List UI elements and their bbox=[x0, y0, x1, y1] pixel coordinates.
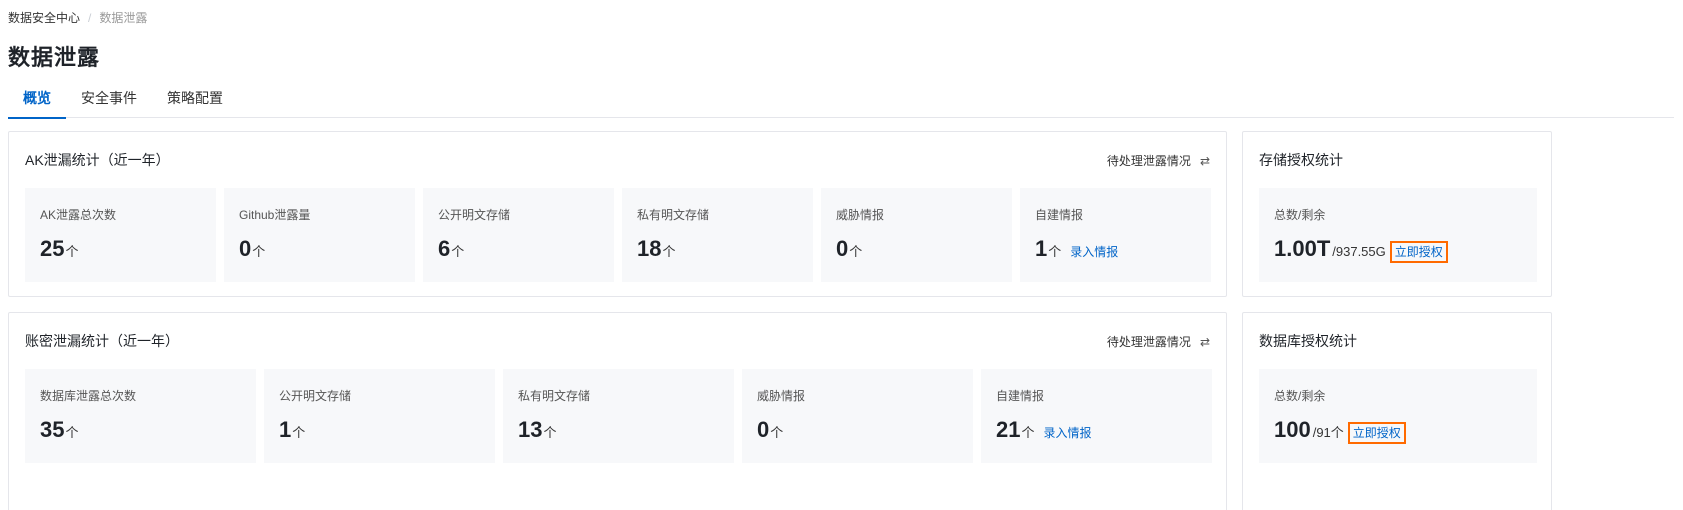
stat-ak-total: AK泄露总次数 25 个 bbox=[25, 188, 216, 282]
tab-security-events[interactable]: 安全事件 bbox=[66, 86, 152, 118]
ak-pending-leaks-label: 待处理泄露情况 bbox=[1106, 154, 1191, 168]
authorize-now-link[interactable]: 立即授权 bbox=[1347, 422, 1406, 444]
data-leak-page: 数据安全中心 / 数据泄露 数据泄露 概览 安全事件 策略配置 AK泄漏统计（近… bbox=[0, 0, 1683, 510]
stat-label: AK泄露总次数 bbox=[40, 208, 117, 222]
tab-overview[interactable]: 概览 bbox=[8, 86, 66, 119]
account-pending-leaks-label: 待处理泄露情况 bbox=[1106, 335, 1191, 349]
stat-label: 公开明文存储 bbox=[279, 389, 352, 403]
stat-custom-intel: 自建情报 21 个 录入情报 bbox=[981, 369, 1212, 463]
ak-card-title: AK泄漏统计（近一年） bbox=[25, 152, 170, 168]
stat-unit: 个 bbox=[1048, 244, 1062, 259]
stat-value: 6 bbox=[438, 236, 451, 261]
storage-stat-row: 总数/剩余 1.00T /937.55G 立即授权 bbox=[1259, 188, 1537, 282]
stat-label: 公开明文存储 bbox=[438, 208, 511, 222]
stat-remaining: /91个 bbox=[1312, 425, 1344, 440]
stat-value: 35 bbox=[40, 417, 65, 442]
stat-label: 私有明文存储 bbox=[637, 208, 710, 222]
stat-label: 威胁情报 bbox=[836, 208, 885, 222]
stat-unit: 个 bbox=[451, 244, 465, 259]
ak-leak-card: AK泄漏统计（近一年） 待处理泄露情况 ⇄ AK泄露总次数 25 个 Githu… bbox=[8, 131, 1227, 297]
swap-icon: ⇄ bbox=[1199, 153, 1210, 168]
ak-stat-row: AK泄露总次数 25 个 Github泄露量 0 个 公开明文存储 6 个 私有… bbox=[25, 188, 1211, 282]
stat-unit: 个 bbox=[1021, 425, 1035, 440]
swap-icon: ⇄ bbox=[1199, 334, 1210, 349]
page-title: 数据泄露 bbox=[8, 45, 101, 70]
stat-unit: 个 bbox=[543, 425, 557, 440]
stat-github-leaks: Github泄露量 0 个 bbox=[224, 188, 415, 282]
stat-unit: 个 bbox=[849, 244, 863, 259]
stat-value: 13 bbox=[518, 417, 543, 442]
stat-label: Github泄露量 bbox=[239, 208, 311, 222]
tab-policy-config[interactable]: 策略配置 bbox=[152, 86, 238, 118]
stat-label: 自建情报 bbox=[996, 389, 1045, 403]
stat-threat-intel: 威胁情报 0 个 bbox=[742, 369, 973, 463]
account-card-title: 账密泄漏统计（近一年） bbox=[25, 333, 179, 349]
db-auth-card: 数据库授权统计 总数/剩余 100 /91个 立即授权 bbox=[1242, 312, 1552, 510]
stat-private-plaintext: 私有明文存储 18 个 bbox=[622, 188, 813, 282]
enter-intel-link[interactable]: 录入情报 bbox=[1070, 243, 1118, 260]
stat-unit: 个 bbox=[252, 244, 266, 259]
stat-threat-intel: 威胁情报 0 个 bbox=[821, 188, 1012, 282]
breadcrumb-parent-link[interactable]: 数据安全中心 bbox=[8, 9, 80, 26]
stat-total: 1.00T bbox=[1274, 236, 1331, 261]
authorize-now-link[interactable]: 立即授权 bbox=[1389, 241, 1448, 263]
breadcrumb-separator: / bbox=[88, 10, 92, 25]
stat-unit: 个 bbox=[292, 425, 306, 440]
account-pending-leaks-link[interactable]: 待处理泄露情况 ⇄ bbox=[1107, 333, 1210, 350]
stat-custom-intel: 自建情报 1 个 录入情报 bbox=[1020, 188, 1211, 282]
account-stat-row: 数据库泄露总次数 35 个 公开明文存储 1 个 私有明文存储 13 个 威胁情… bbox=[25, 369, 1212, 463]
breadcrumb: 数据安全中心 / 数据泄露 bbox=[8, 9, 147, 26]
stat-remaining: /937.55G bbox=[1332, 244, 1386, 259]
stat-public-plaintext: 公开明文存储 6 个 bbox=[423, 188, 614, 282]
stat-value: 0 bbox=[757, 417, 770, 442]
storage-auth-card: 存储授权统计 总数/剩余 1.00T /937.55G 立即授权 bbox=[1242, 131, 1552, 297]
stat-value: 21 bbox=[996, 417, 1021, 442]
stat-value: 18 bbox=[637, 236, 662, 261]
tab-bar: 概览 安全事件 策略配置 bbox=[8, 86, 1674, 119]
stat-unit: 个 bbox=[65, 425, 79, 440]
stat-label: 私有明文存储 bbox=[518, 389, 591, 403]
stat-value: 1 bbox=[279, 417, 292, 442]
stat-public-plaintext: 公开明文存储 1 个 bbox=[264, 369, 495, 463]
enter-intel-link[interactable]: 录入情报 bbox=[1044, 424, 1092, 441]
breadcrumb-current: 数据泄露 bbox=[99, 11, 148, 25]
db-card-title: 数据库授权统计 bbox=[1259, 333, 1357, 349]
stat-label: 威胁情报 bbox=[757, 389, 806, 403]
stat-value: 0 bbox=[836, 236, 849, 261]
storage-card-title: 存储授权统计 bbox=[1259, 152, 1343, 168]
stat-value: 25 bbox=[40, 236, 65, 261]
ak-pending-leaks-link[interactable]: 待处理泄露情况 ⇄ bbox=[1107, 152, 1210, 169]
stat-value: 1 bbox=[1035, 236, 1048, 261]
stat-label: 总数/剩余 bbox=[1274, 389, 1326, 403]
stat-label: 数据库泄露总次数 bbox=[40, 389, 137, 403]
stat-total: 100 bbox=[1274, 417, 1311, 442]
stat-label: 总数/剩余 bbox=[1274, 208, 1326, 222]
account-leak-card: 账密泄漏统计（近一年） 待处理泄露情况 ⇄ 数据库泄露总次数 35 个 公开明文… bbox=[8, 312, 1227, 510]
db-stat-row: 总数/剩余 100 /91个 立即授权 bbox=[1259, 369, 1537, 463]
stat-label: 自建情报 bbox=[1035, 208, 1084, 222]
stat-storage-quota: 总数/剩余 1.00T /937.55G 立即授权 bbox=[1259, 188, 1537, 282]
stat-unit: 个 bbox=[770, 425, 784, 440]
stat-private-plaintext: 私有明文存储 13 个 bbox=[503, 369, 734, 463]
stat-db-leak-total: 数据库泄露总次数 35 个 bbox=[25, 369, 256, 463]
stat-db-quota: 总数/剩余 100 /91个 立即授权 bbox=[1259, 369, 1537, 463]
stat-unit: 个 bbox=[662, 244, 676, 259]
stat-value: 0 bbox=[239, 236, 252, 261]
stat-unit: 个 bbox=[65, 244, 79, 259]
